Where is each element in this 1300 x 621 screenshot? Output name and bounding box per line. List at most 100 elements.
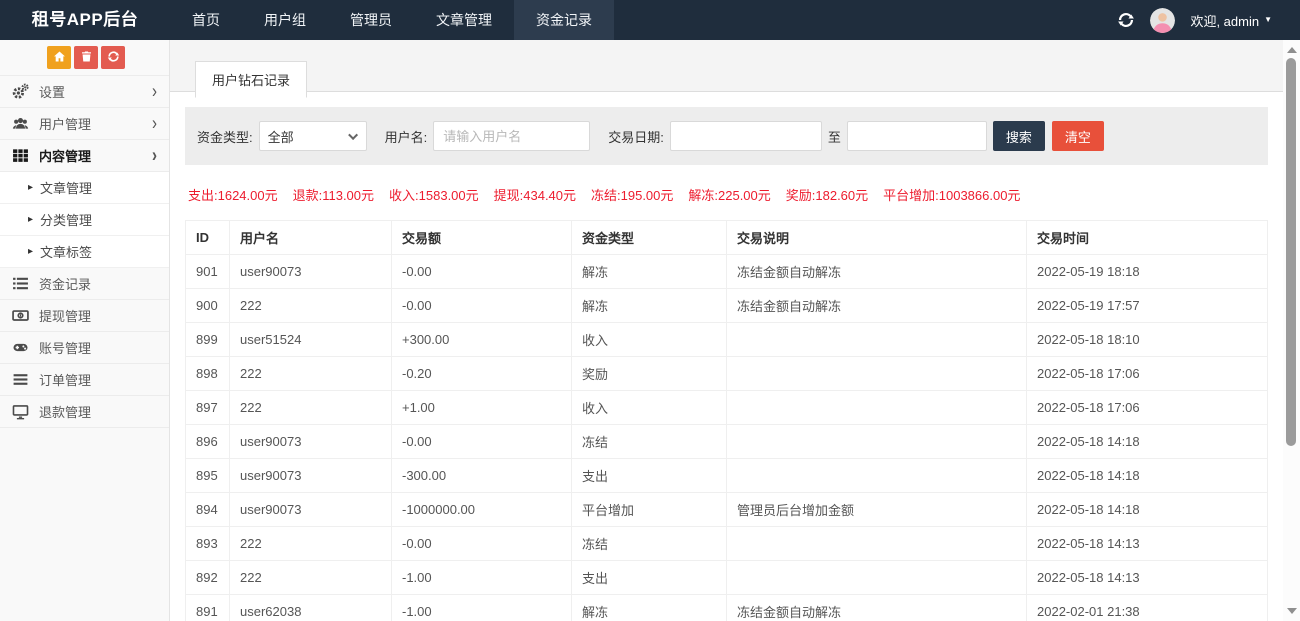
column-header: 交易额 bbox=[392, 221, 572, 255]
chevron-right-icon: › bbox=[152, 114, 157, 134]
clear-button[interactable]: 清空 bbox=[1052, 121, 1104, 151]
topnav-item-0[interactable]: 首页 bbox=[170, 0, 242, 40]
sidebar-item-label: 文章管理 bbox=[40, 178, 92, 197]
table-cell: 892 bbox=[186, 561, 230, 595]
sidebar-item-10[interactable]: 退款管理 bbox=[0, 396, 169, 428]
sidebar-item-5[interactable]: ▸文章标签 bbox=[0, 236, 169, 268]
bars-icon bbox=[12, 371, 29, 388]
search-button[interactable]: 搜索 bbox=[993, 121, 1045, 151]
recycle-button[interactable] bbox=[101, 46, 125, 69]
topnav-item-2[interactable]: 管理员 bbox=[328, 0, 414, 40]
vertical-scrollbar[interactable] bbox=[1283, 40, 1300, 621]
table-cell: 2022-05-18 14:18 bbox=[1027, 459, 1268, 493]
avatar[interactable] bbox=[1150, 8, 1175, 33]
gamepad-icon bbox=[12, 339, 29, 356]
sidebar-item-1[interactable]: 用户管理 › bbox=[0, 108, 169, 140]
money-icon bbox=[12, 307, 29, 324]
table-cell: 解冻 bbox=[572, 595, 727, 621]
content-panel: 资金类型: 全部 用户名: 交易日期: 至 搜索 清空 支出:1624.00元退… bbox=[170, 91, 1283, 621]
tab-strip: 用户钻石记录 bbox=[170, 40, 1283, 91]
sidebar-item-label: 设置 bbox=[39, 82, 65, 101]
recycle-icon bbox=[107, 50, 120, 66]
user-menu[interactable]: 欢迎, admin ▼ bbox=[1190, 11, 1272, 30]
summary-stat-0: 支出:1624.00元 bbox=[188, 188, 278, 203]
fund-type-label: 资金类型: bbox=[197, 127, 253, 146]
table-row: 891user62038-1.00解冻冻结金额自动解冻2022-02-01 21… bbox=[186, 595, 1268, 621]
table-cell: -300.00 bbox=[392, 459, 572, 493]
table-cell: 222 bbox=[230, 391, 392, 425]
table-cell: -1.00 bbox=[392, 561, 572, 595]
list-icon bbox=[12, 275, 29, 292]
table-cell: 2022-05-18 14:18 bbox=[1027, 425, 1268, 459]
summary-stat-5: 解冻:225.00元 bbox=[688, 188, 770, 203]
scroll-down-arrow-icon[interactable] bbox=[1287, 608, 1297, 614]
sidebar-item-label: 订单管理 bbox=[39, 370, 91, 389]
app-title: 租号APP后台 bbox=[0, 0, 170, 40]
table-cell: 895 bbox=[186, 459, 230, 493]
username-input[interactable] bbox=[433, 121, 590, 151]
table-cell: 2022-05-18 17:06 bbox=[1027, 391, 1268, 425]
sidebar-item-label: 退款管理 bbox=[39, 402, 91, 421]
sidebar: 设置›用户管理›内容管理›▸文章管理▸分类管理▸文章标签资金记录提现管理账号管理… bbox=[0, 40, 170, 621]
fund-type-select[interactable]: 全部 bbox=[259, 121, 367, 151]
table-cell: 支出 bbox=[572, 459, 727, 493]
scrollbar-thumb[interactable] bbox=[1286, 58, 1296, 446]
tab-user-diamond-records[interactable]: 用户钻石记录 bbox=[195, 61, 307, 98]
table-row: 894user90073-1000000.00平台增加管理员后台增加金额2022… bbox=[186, 493, 1268, 527]
sidebar-item-4[interactable]: ▸分类管理 bbox=[0, 204, 169, 236]
sidebar-item-6[interactable]: 资金记录 bbox=[0, 268, 169, 300]
topnav-item-1[interactable]: 用户组 bbox=[242, 0, 328, 40]
sidebar-item-7[interactable]: 提现管理 bbox=[0, 300, 169, 332]
table-cell bbox=[727, 425, 1027, 459]
fund-type-selected-value: 全部 bbox=[268, 127, 294, 146]
table-cell: 222 bbox=[230, 289, 392, 323]
records-table: ID用户名交易额资金类型交易说明交易时间 901user90073-0.00解冻… bbox=[185, 220, 1268, 621]
trash-button[interactable] bbox=[74, 46, 98, 69]
sidebar-quick-buttons bbox=[0, 40, 169, 76]
topnav-item-3[interactable]: 文章管理 bbox=[414, 0, 514, 40]
refresh-icon[interactable] bbox=[1117, 11, 1135, 29]
scroll-up-arrow-icon[interactable] bbox=[1287, 47, 1297, 53]
summary-stat-4: 冻结:195.00元 bbox=[591, 188, 673, 203]
table-cell: -0.00 bbox=[392, 255, 572, 289]
table-cell: 收入 bbox=[572, 391, 727, 425]
table-cell: 900 bbox=[186, 289, 230, 323]
home-button[interactable] bbox=[47, 46, 71, 69]
table-cell bbox=[727, 323, 1027, 357]
table-cell: 平台增加 bbox=[572, 493, 727, 527]
table-cell: 899 bbox=[186, 323, 230, 357]
sidebar-item-8[interactable]: 账号管理 bbox=[0, 332, 169, 364]
column-header: 用户名 bbox=[230, 221, 392, 255]
column-header: ID bbox=[186, 221, 230, 255]
table-row: 900222-0.00解冻冻结金额自动解冻2022-05-19 17:57 bbox=[186, 289, 1268, 323]
submenu-arrow-icon: ▸ bbox=[28, 214, 33, 225]
table-cell: 支出 bbox=[572, 561, 727, 595]
sidebar-item-3[interactable]: ▸文章管理 bbox=[0, 172, 169, 204]
date-label: 交易日期: bbox=[608, 127, 664, 146]
sidebar-item-label: 用户管理 bbox=[39, 114, 91, 133]
table-cell: 冻结 bbox=[572, 527, 727, 561]
table-cell: +300.00 bbox=[392, 323, 572, 357]
table-cell: 冻结金额自动解冻 bbox=[727, 289, 1027, 323]
sidebar-item-9[interactable]: 订单管理 bbox=[0, 364, 169, 396]
table-row: 899user51524+300.00收入2022-05-18 18:10 bbox=[186, 323, 1268, 357]
date-from-input[interactable] bbox=[670, 121, 822, 151]
date-to-input[interactable] bbox=[847, 121, 987, 151]
gears-icon bbox=[12, 83, 29, 100]
table-cell: 901 bbox=[186, 255, 230, 289]
topbar-right: 欢迎, admin ▼ bbox=[1117, 0, 1300, 40]
table-row: 893222-0.00冻结2022-05-18 14:13 bbox=[186, 527, 1268, 561]
topnav-item-4[interactable]: 资金记录 bbox=[514, 0, 614, 40]
grid-icon bbox=[12, 147, 29, 164]
column-header: 交易说明 bbox=[727, 221, 1027, 255]
filter-bar: 资金类型: 全部 用户名: 交易日期: 至 搜索 清空 bbox=[185, 107, 1268, 165]
table-cell: 收入 bbox=[572, 323, 727, 357]
table-cell: 893 bbox=[186, 527, 230, 561]
column-header: 资金类型 bbox=[572, 221, 727, 255]
sidebar-item-0[interactable]: 设置 › bbox=[0, 76, 169, 108]
table-cell: -0.00 bbox=[392, 527, 572, 561]
sidebar-item-2[interactable]: 内容管理› bbox=[0, 140, 169, 172]
chevron-right-icon: › bbox=[152, 82, 157, 102]
sidebar-item-label: 账号管理 bbox=[39, 338, 91, 357]
table-header-row: ID用户名交易额资金类型交易说明交易时间 bbox=[186, 221, 1268, 255]
